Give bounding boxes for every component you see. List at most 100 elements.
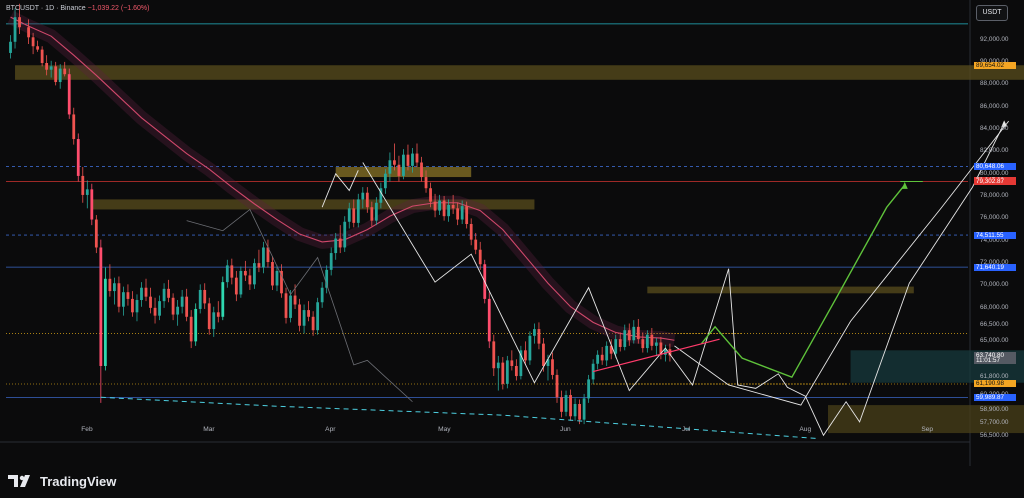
candle-body-96 [447,204,451,217]
candle-body-138 [636,326,640,340]
price-tag: 80,648.06 [974,162,1016,170]
candle-body-106 [492,341,496,369]
candle-body-18 [94,219,98,248]
candle-body-67 [316,302,320,331]
candle-body-64 [302,310,306,326]
candle-body-6 [40,49,44,64]
candle-body-142 [654,342,658,346]
price-tag: 74,511.55 [974,231,1016,239]
candle-body-80 [374,202,378,221]
candle-body-71 [334,238,338,254]
candle-body-136 [627,330,631,341]
symbol-header[interactable]: BTCUSDT · 1D · Binance −1,039.22 (−1.60%… [6,5,150,12]
candle-body-111 [514,365,518,377]
candle-body-4 [31,37,35,47]
candle-body-8 [49,66,53,70]
y-tick-label: 88,000.00 [980,80,1009,88]
candle-body-102 [474,239,478,250]
candle-body-55 [262,247,265,268]
candle-body-23 [117,283,121,307]
candle-body-42 [203,289,207,304]
candle-body-30 [149,296,152,308]
candle-body-47 [225,265,229,283]
candle-body-139 [641,339,645,349]
candle-body-83 [388,160,392,174]
candle-body-5 [36,46,40,50]
candle-body-126 [582,398,586,420]
candle-body-89 [415,153,419,163]
candle-body-86 [402,154,405,176]
symbol-label: BTCUSDT [6,5,39,12]
y-tick-label: 76,000.00 [980,214,1009,222]
candle-body-36 [176,306,180,315]
candle-body-125 [578,403,581,420]
candle-body-79 [370,207,374,221]
candle-body-60 [284,293,288,318]
candle-body-15 [81,175,85,195]
candle-body-78 [365,192,369,208]
exchange-label: Binance [60,5,86,12]
candle-body-10 [58,68,62,83]
y-tick-label: 70,000.00 [980,281,1009,289]
candle-body-7 [45,63,49,70]
candle-body-93 [433,201,437,211]
candle-body-31 [153,307,157,316]
currency-button[interactable]: USDT [976,5,1008,21]
candle-body-1 [13,17,17,42]
candle-body-11 [63,68,67,75]
interval-label: 1D [45,5,55,12]
candle-body-114 [528,335,532,361]
candle-body-116 [537,329,541,344]
candle-body-25 [126,292,130,299]
candle-body-95 [442,200,446,217]
candle-body-140 [645,334,649,349]
candle-body-65 [307,310,311,317]
candle-body-100 [465,206,469,224]
price-chart[interactable] [0,0,1024,466]
candle-body-41 [198,289,202,309]
candle-body-82 [383,173,387,189]
candle-body-44 [212,312,216,330]
candle-body-34 [167,288,170,298]
candle-body-26 [131,298,134,313]
candle-body-48 [230,265,234,278]
x-tick-label: Sep [921,426,934,433]
candle-body-29 [144,287,148,297]
y-tick-label: 65,000.00 [980,337,1009,345]
candle-body-20 [103,278,107,366]
footer [0,466,1024,498]
candle-body-135 [623,330,627,347]
candle-body-77 [361,192,365,200]
candle-body-120 [555,374,559,398]
y-tick-label: 66,500.00 [980,320,1009,328]
candle-body-105 [487,298,491,342]
green-arrow-head [901,181,908,189]
candle-body-12 [67,74,71,115]
candle-body-0 [9,41,12,53]
tradingview-logo[interactable]: TradingView [8,473,116,489]
candle-body-73 [343,221,347,248]
candle-body-97 [451,204,455,209]
candle-body-68 [320,287,324,303]
x-tick-label: Jul [681,426,691,433]
candle-body-129 [596,354,600,364]
y-tick-label: 80,000.00 [980,169,1009,177]
y-tick-label: 84,000.00 [980,124,1009,132]
candle-body-103 [478,249,482,265]
candle-body-49 [234,277,238,295]
x-tick-label: Aug [799,426,812,433]
candle-body-32 [158,301,161,316]
candle-body-43 [207,303,211,330]
candle-body-109 [505,360,509,384]
green-projection-path [700,184,906,379]
candle-body-92 [429,188,432,202]
price-change: −1,039.22 (−1.60%) [87,5,150,12]
candle-body-45 [216,312,220,317]
price-tag: 71,640.19 [974,263,1016,271]
x-tick-label: Jun [560,426,571,433]
y-tick-label: 82,000.00 [980,147,1009,155]
candle-body-130 [600,354,604,361]
candle-body-110 [510,360,514,366]
candle-body-53 [253,263,256,285]
y-tick-label: 58,900.00 [980,405,1009,413]
